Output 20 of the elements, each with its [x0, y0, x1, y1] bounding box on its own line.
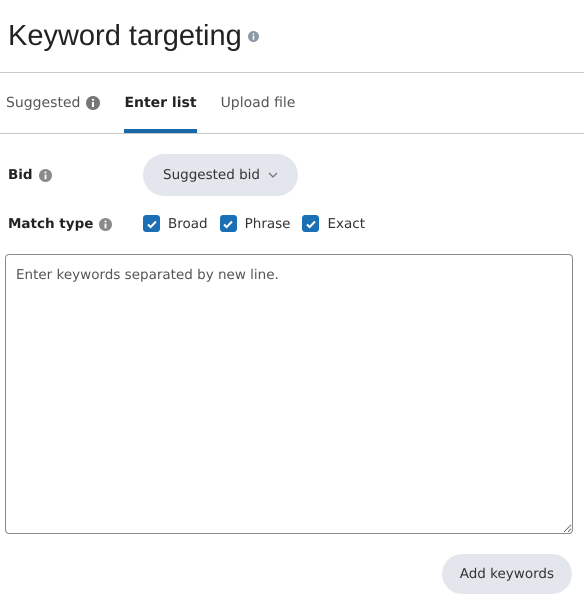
checkbox-label: Broad	[168, 216, 208, 232]
bid-dropdown[interactable]: Suggested bid	[143, 154, 298, 196]
info-icon[interactable]	[248, 30, 259, 42]
checkbox-label: Phrase	[244, 216, 290, 232]
field-label: Match type	[8, 216, 94, 232]
checkbox[interactable]	[220, 215, 237, 232]
chevron-icon	[268, 172, 278, 178]
page-title: Keyword targeting	[8, 20, 242, 52]
checkbox[interactable]	[143, 215, 160, 232]
info-icon[interactable]	[86, 96, 100, 110]
tab[interactable]: Suggested	[6, 73, 100, 133]
info-icon[interactable]	[99, 218, 112, 230]
keywords-field[interactable]: Enter keywords separated by new line.	[5, 254, 573, 534]
tab[interactable]: Upload file	[220, 73, 296, 133]
add-keywords-button[interactable]: Add keywords	[442, 554, 572, 594]
tab[interactable]: Enter list	[124, 73, 197, 133]
info-icon[interactable]	[38, 168, 52, 182]
checkbox[interactable]	[302, 215, 320, 232]
checkbox-label: Exact	[327, 216, 365, 232]
field-label: Bid	[8, 167, 33, 183]
